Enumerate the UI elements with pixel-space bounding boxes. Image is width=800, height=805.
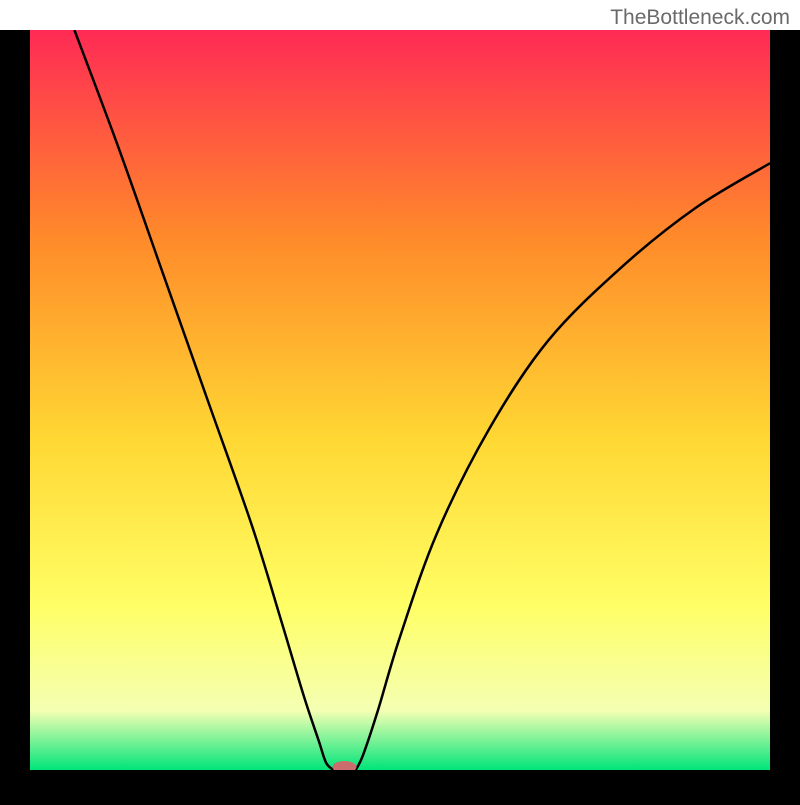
- bottleneck-curve-chart: [0, 0, 800, 800]
- watermark-text: TheBottleneck.com: [610, 6, 790, 30]
- chart-container: [0, 0, 800, 800]
